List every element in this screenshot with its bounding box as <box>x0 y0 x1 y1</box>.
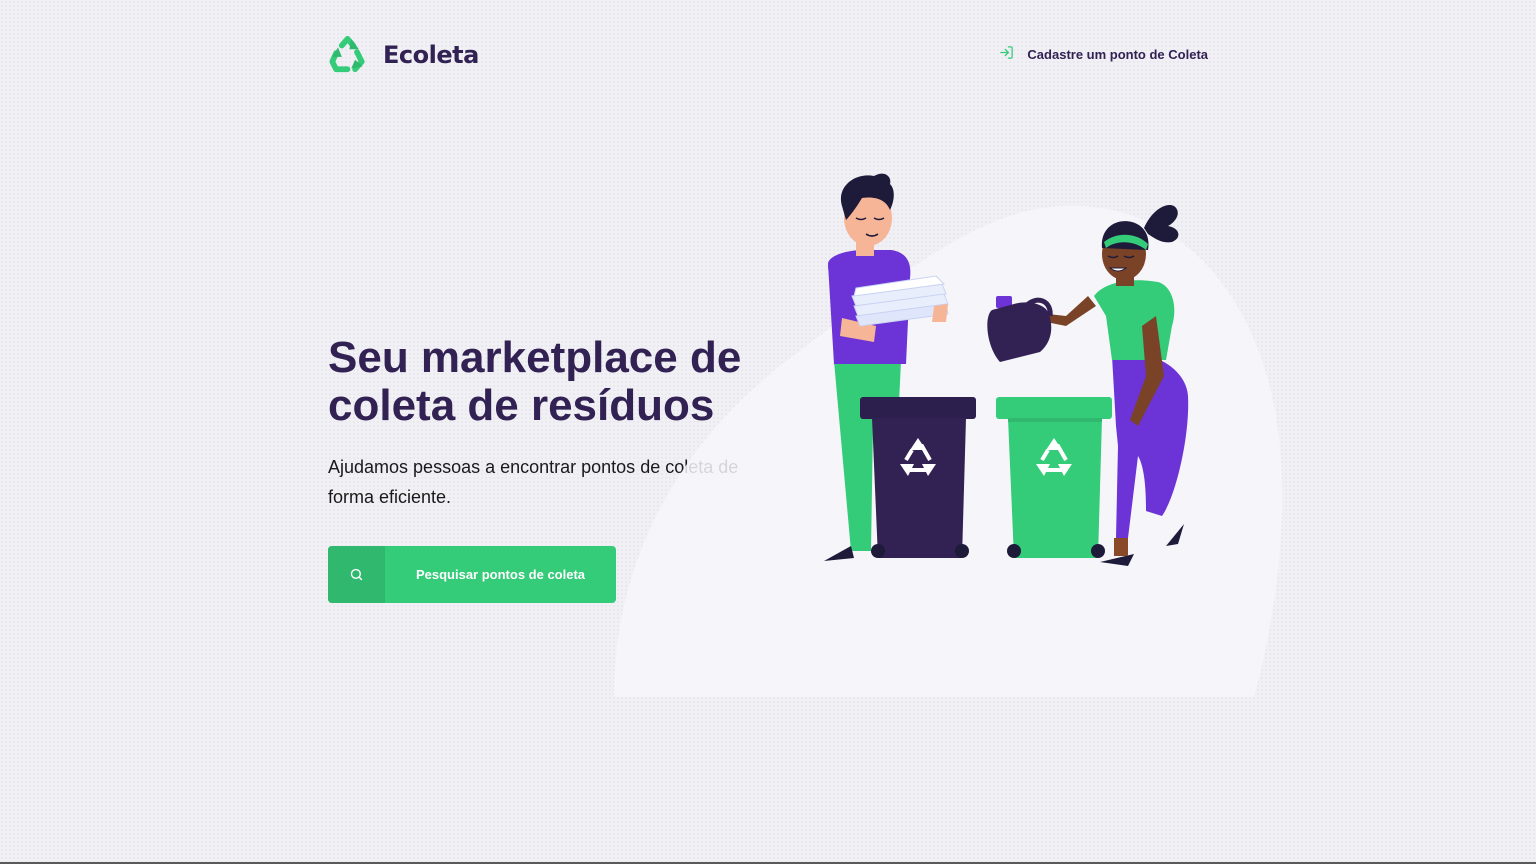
logo[interactable]: Ecoleta <box>328 36 479 74</box>
recycle-logo-icon <box>328 36 367 74</box>
dark-recycling-bin <box>860 397 976 558</box>
signup-link-label: Cadastre um ponto de Coleta <box>1027 46 1208 62</box>
logo-text: Ecoleta <box>383 41 479 69</box>
log-in-icon <box>999 45 1027 63</box>
signup-link[interactable]: Cadastre um ponto de Coleta <box>999 45 1208 63</box>
page-background: Ecoleta Cadastre um ponto de Coleta Seu … <box>0 0 1536 862</box>
search-button-label: Pesquisar pontos de coleta <box>415 567 586 582</box>
jug <box>987 296 1053 362</box>
recycling-people-illustration <box>824 173 1189 566</box>
green-recycling-bin <box>996 397 1112 558</box>
search-points-button[interactable]: Pesquisar pontos de coleta <box>328 546 616 603</box>
site-header: Ecoleta Cadastre um ponto de Coleta <box>328 36 1208 76</box>
search-icon <box>328 546 385 603</box>
